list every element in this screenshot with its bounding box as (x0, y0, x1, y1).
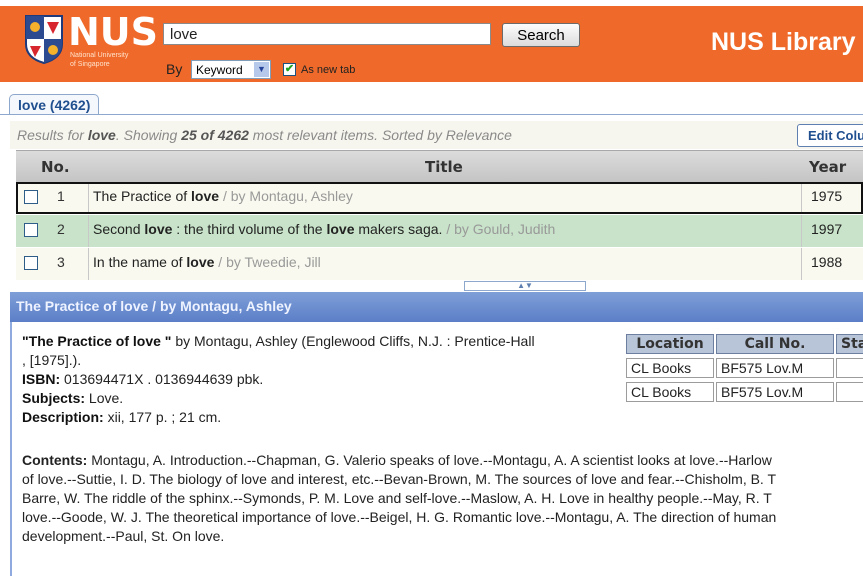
column-divider (88, 248, 89, 280)
detail-contents: Contents: Montagu, A. Introduction.--Cha… (22, 451, 863, 546)
row-checkbox[interactable] (24, 190, 38, 204)
new-tab-checkbox[interactable]: ✔ (283, 63, 296, 76)
resize-handle-icon[interactable]: ▲▼ (464, 281, 586, 291)
holdings-cell-status (836, 358, 863, 378)
logo-text: NUS (68, 10, 159, 54)
library-title: NUS Library (711, 28, 856, 56)
by-label: By (166, 61, 183, 77)
contents-line: Barre, W. The riddle of the sphinx.--Sym… (22, 490, 772, 506)
logo-subtitle-line2: of Singapore (70, 61, 110, 68)
holdings-cell-call-no: BF575 Lov.M (716, 358, 834, 378)
row-author: / by Gould, Judith (442, 221, 556, 237)
detail-citation: "The Practice of love " by Montagu, Ashl… (22, 333, 535, 349)
row-number: 3 (57, 254, 65, 270)
detail-title: The Practice of love / by Montagu, Ashle… (16, 298, 292, 314)
row-number: 1 (57, 188, 65, 204)
table-row[interactable]: 1 The Practice of love / by Montagu, Ash… (16, 182, 863, 214)
subject-link[interactable]: Love. (85, 390, 123, 406)
detail-subjects: Subjects: Love. (22, 390, 124, 406)
tab-divider (0, 114, 863, 115)
column-divider (801, 248, 802, 280)
holdings-cell-call-no: BF575 Lov.M (716, 382, 834, 402)
logo-subtitle-line1: National University (70, 52, 129, 59)
column-divider (801, 215, 802, 247)
holdings-header-call-no: Call No. (716, 334, 834, 354)
contents-line: love.--Goode, W. J. The theoretical impo… (22, 509, 777, 525)
new-tab-label: As new tab (301, 64, 356, 76)
column-divider (88, 184, 89, 212)
row-year: 1997 (811, 221, 843, 237)
results-table-header: No. Title Year (16, 150, 863, 183)
search-input[interactable] (163, 23, 491, 45)
holdings-header-status: Sta (836, 334, 863, 354)
column-divider (801, 184, 802, 212)
column-header-title[interactable]: Title (425, 158, 463, 176)
row-author: / by Montagu, Ashley (219, 188, 353, 204)
header-bar: NUS National University of Singapore Sea… (0, 0, 863, 82)
detail-citation-cont: , [1975].). (22, 352, 82, 368)
table-row[interactable]: 2 Second love : the third volume of the … (16, 215, 863, 247)
row-author: / by Tweedie, Jill (214, 254, 321, 270)
row-title[interactable]: In the name of love / by Tweedie, Jill (93, 254, 321, 270)
chevron-down-icon[interactable]: ▼ (254, 62, 269, 77)
detail-panel-border (10, 322, 12, 576)
detail-title-bar: The Practice of love / by Montagu, Ashle… (10, 292, 863, 322)
column-divider (88, 215, 89, 247)
row-checkbox[interactable] (24, 256, 38, 270)
row-title[interactable]: Second love : the third volume of the lo… (93, 221, 555, 237)
holdings-cell-location: CL Books (626, 382, 714, 402)
row-title[interactable]: The Practice of love / by Montagu, Ashle… (93, 188, 353, 204)
row-year: 1975 (811, 188, 843, 204)
holdings-cell-status (836, 382, 863, 402)
row-year: 1988 (811, 254, 843, 270)
edit-columns-button[interactable]: Edit Columns (797, 124, 863, 147)
results-summary: Results for love. Showing 25 of 4262 mos… (17, 127, 512, 143)
search-button[interactable]: Search (502, 23, 580, 47)
detail-isbn: ISBN: 013694471X . 0136944639 pbk. (22, 371, 264, 387)
detail-description: Description: xii, 177 p. ; 21 cm. (22, 409, 222, 425)
contents-line: Contents: Montagu, A. Introduction.--Cha… (22, 452, 772, 468)
contents-line: development.--Paul, St. On love. (22, 528, 225, 544)
search-type-select[interactable]: Keyword ▼ (191, 60, 271, 79)
tab-love-results[interactable]: love (4262) (9, 94, 100, 115)
holdings-cell-location: CL Books (626, 358, 714, 378)
holdings-header-location: Location (626, 334, 714, 354)
search-type-value: Keyword (196, 63, 243, 77)
row-number: 2 (57, 221, 65, 237)
nus-logo[interactable]: NUS National University of Singapore (24, 10, 158, 70)
nus-crest-icon (25, 15, 63, 64)
row-checkbox[interactable] (24, 223, 38, 237)
table-row[interactable]: 3 In the name of love / by Tweedie, Jill… (16, 248, 863, 280)
results-summary-bar: Results for love. Showing 25 of 4262 mos… (10, 121, 863, 149)
contents-line: of love.--Suttie, I. D. The biology of l… (22, 471, 777, 487)
column-header-year[interactable]: Year (809, 158, 846, 176)
column-header-no[interactable]: No. (41, 158, 70, 176)
